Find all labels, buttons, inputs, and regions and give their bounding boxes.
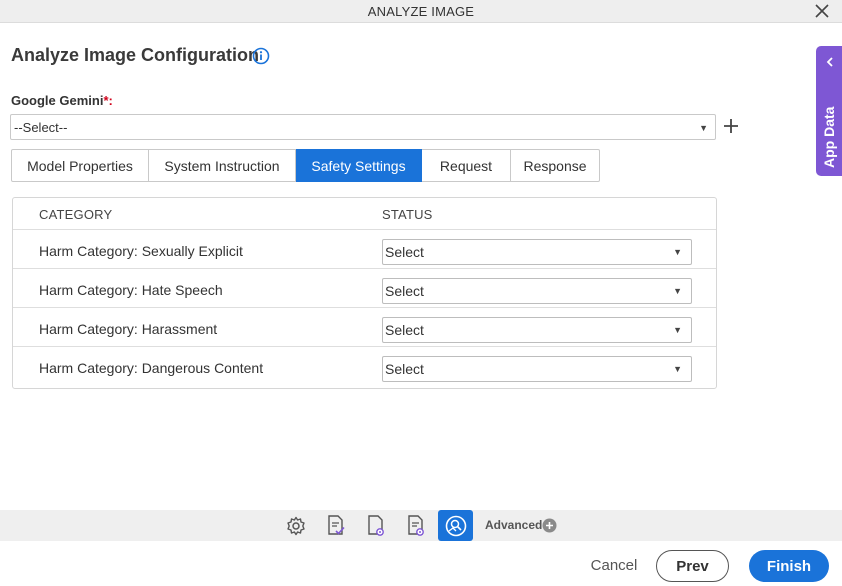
column-header-status: STATUS	[382, 207, 433, 222]
status-select-value: Select	[385, 322, 424, 338]
app-data-label: App Data	[821, 106, 837, 168]
cancel-button[interactable]: Cancel	[587, 557, 641, 574]
plus-circle-icon[interactable]	[542, 518, 557, 533]
provider-select-value: --Select--	[14, 120, 68, 135]
advanced-link[interactable]: Advanced	[485, 518, 542, 532]
table-row: Harm Category: Harassment Select ▼	[13, 307, 716, 346]
dialog-titlebar: ANALYZE IMAGE	[0, 0, 842, 23]
provider-label: Google Gemini*:	[11, 93, 113, 108]
status-select[interactable]: Select ▼	[382, 356, 692, 382]
chevron-down-icon: ▼	[673, 247, 682, 257]
tab-system-instruction[interactable]: System Instruction	[149, 149, 296, 182]
status-select-value: Select	[385, 244, 424, 260]
chevron-down-icon: ▼	[673, 364, 682, 374]
chevron-down-icon: ▼	[699, 123, 708, 133]
finish-button[interactable]: Finish	[749, 550, 829, 582]
tab-request[interactable]: Request	[422, 149, 511, 182]
status-select[interactable]: Select ▼	[382, 239, 692, 265]
chevron-down-icon: ▼	[673, 286, 682, 296]
status-select-value: Select	[385, 361, 424, 377]
category-cell: Harm Category: Dangerous Content	[39, 360, 264, 376]
tab-bar: Model Properties System Instruction Safe…	[11, 149, 600, 182]
tab-model-properties[interactable]: Model Properties	[11, 149, 149, 182]
step-toolbar: Advanced	[0, 510, 842, 541]
category-cell: Harm Category: Hate Speech	[39, 282, 223, 298]
document-gear-icon[interactable]	[402, 512, 430, 540]
analyze-image-icon[interactable]	[438, 510, 473, 541]
provider-select[interactable]: --Select-- ▼	[10, 114, 716, 140]
chevron-down-icon: ▼	[673, 325, 682, 335]
status-select[interactable]: Select ▼	[382, 317, 692, 343]
table-row: Harm Category: Dangerous Content Select …	[13, 346, 716, 385]
category-cell: Harm Category: Sexually Explicit	[39, 243, 243, 259]
prev-button[interactable]: Prev	[656, 550, 729, 582]
add-icon[interactable]	[722, 117, 740, 135]
close-icon[interactable]	[812, 1, 832, 21]
app-data-panel-toggle[interactable]: App Data	[816, 46, 842, 176]
table-row: Harm Category: Hate Speech Select ▼	[13, 268, 716, 307]
safety-settings-table: CATEGORY STATUS Harm Category: Sexually …	[12, 197, 717, 389]
document-check-icon[interactable]	[322, 512, 350, 540]
column-header-category: CATEGORY	[39, 207, 113, 222]
document-settings-icon[interactable]	[362, 512, 390, 540]
tab-response[interactable]: Response	[511, 149, 600, 182]
category-cell: Harm Category: Harassment	[39, 321, 218, 337]
status-select-value: Select	[385, 283, 424, 299]
status-select[interactable]: Select ▼	[382, 278, 692, 304]
info-icon[interactable]	[252, 47, 270, 65]
dialog-title: ANALYZE IMAGE	[367, 4, 475, 19]
page-title: Analyze Image Configuration	[11, 45, 260, 65]
settings-gear-icon[interactable]	[282, 512, 310, 540]
tab-safety-settings[interactable]: Safety Settings	[296, 149, 422, 182]
provider-label-text: Google Gemini	[11, 93, 104, 108]
required-marker: *:	[103, 93, 113, 108]
table-row: Harm Category: Sexually Explicit Select …	[13, 229, 716, 268]
